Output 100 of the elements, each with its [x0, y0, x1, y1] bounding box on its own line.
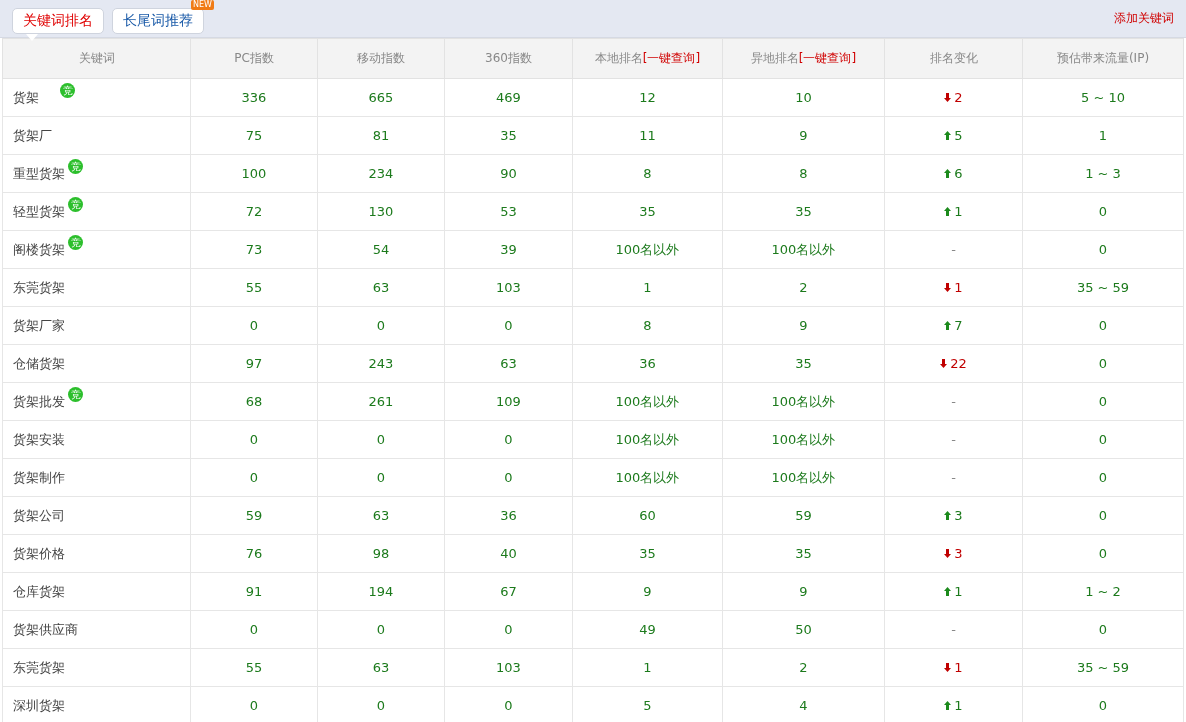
- table-cell: 81: [372, 128, 390, 143]
- table-cell: 100名以外: [771, 393, 836, 409]
- keyword-cell: 货架批发: [13, 392, 65, 411]
- table-cell: 10: [795, 90, 812, 105]
- table-cell: 0: [1098, 622, 1108, 637]
- table-cell: 100名以外: [615, 469, 680, 485]
- column-header: 360指数: [444, 38, 573, 79]
- table-cell: 130: [368, 204, 394, 219]
- table-cell: 100: [241, 166, 267, 181]
- rank-change: -: [951, 470, 956, 485]
- keyword-cell: 货架价格: [13, 544, 65, 563]
- table-cell: 97: [245, 356, 263, 371]
- tab[interactable]: 长尾词推荐: [112, 7, 204, 34]
- table-cell: 0: [504, 622, 513, 637]
- keyword-cell: 轻型货架: [13, 202, 65, 221]
- keyword-cell: 货架厂家: [13, 316, 65, 335]
- table-cell: 0: [376, 622, 386, 637]
- rank-change: -: [951, 242, 956, 257]
- table-cell: 90: [500, 166, 517, 181]
- table-cell: 0: [249, 698, 259, 713]
- table-cell: 76: [245, 546, 263, 561]
- rank-change: 6: [954, 166, 963, 181]
- table-cell: 100名以外: [615, 393, 680, 409]
- up-arrow-icon: [944, 587, 952, 596]
- table-cell: 12: [639, 90, 656, 105]
- table-cell: 35: [795, 204, 812, 219]
- down-arrow-icon: [944, 549, 952, 558]
- table-cell: 243: [368, 356, 394, 371]
- table-cell: 59: [245, 508, 263, 523]
- bid-badge: 竞: [68, 158, 83, 174]
- bid-badge: 竞: [68, 234, 83, 250]
- table-cell: 261: [368, 394, 394, 409]
- table-cell: 40: [500, 546, 517, 561]
- table-cell: 35: [639, 204, 656, 219]
- keyword-cell: 仓库货架: [13, 582, 65, 601]
- table-cell: 0: [1098, 432, 1108, 447]
- table-cell: 1: [643, 280, 652, 295]
- table-cell: 0: [1098, 546, 1108, 561]
- table-cell: 98: [372, 546, 390, 561]
- table-cell: 100名以外: [771, 469, 836, 485]
- table-cell: 0: [1098, 242, 1108, 257]
- table-cell: 0: [376, 698, 386, 713]
- table-cell: 35 ~ 59: [1076, 660, 1130, 675]
- table-cell: 100名以外: [771, 431, 836, 447]
- query-link[interactable]: [一键查询]: [798, 51, 857, 65]
- table-cell: 50: [795, 622, 812, 637]
- table-cell: 234: [368, 166, 394, 181]
- rank-change: 1: [954, 280, 963, 295]
- rank-change: 22: [950, 356, 967, 371]
- bid-badge: 竞: [68, 196, 83, 212]
- table-cell: 11: [639, 128, 656, 143]
- rank-change: 2: [954, 90, 963, 105]
- table-cell: 0: [504, 470, 513, 485]
- table-cell: 8: [643, 166, 652, 181]
- table-cell: 5 ~ 10: [1081, 90, 1125, 105]
- tab[interactable]: 关键词排名: [12, 7, 104, 34]
- rank-change: -: [951, 622, 956, 637]
- table-cell: 72: [245, 204, 263, 219]
- table-cell: 0: [1098, 394, 1108, 409]
- table-cell: 53: [500, 204, 517, 219]
- table-cell: 5: [643, 698, 652, 713]
- keyword-cell: 货架制作: [13, 468, 65, 487]
- table-cell: 63: [500, 356, 517, 371]
- add-keyword-link[interactable]: 添加关键词: [1114, 10, 1174, 27]
- table-cell: 9: [643, 584, 652, 599]
- up-arrow-icon: [944, 321, 952, 330]
- table-cell: 100名以外: [771, 241, 836, 257]
- table-cell: 0: [249, 622, 259, 637]
- table-cell: 0: [1098, 204, 1108, 219]
- rank-change: 5: [954, 128, 963, 143]
- table-cell: 0: [1098, 508, 1108, 523]
- table-cell: 35 ~ 59: [1076, 280, 1130, 295]
- table-cell: 0: [376, 432, 386, 447]
- table-cell: 68: [245, 394, 263, 409]
- column-header: 移动指数: [317, 38, 445, 79]
- up-arrow-icon: [944, 131, 952, 140]
- query-link[interactable]: [一键查询]: [642, 51, 701, 65]
- down-arrow-icon: [940, 359, 948, 368]
- table-cell: 36: [500, 508, 517, 523]
- table-cell: 8: [799, 166, 808, 181]
- column-header: 异地排名[一键查询]: [722, 38, 885, 79]
- keyword-cell: 货架安装: [13, 430, 65, 449]
- table-cell: 63: [372, 508, 390, 523]
- table-cell: 2: [799, 660, 808, 675]
- table-cell: 75: [245, 128, 263, 143]
- rank-change: 3: [954, 546, 963, 561]
- keyword-cell: 仓储货架: [13, 354, 65, 373]
- table-cell: 1 ~ 2: [1085, 584, 1121, 599]
- table-cell: 91: [245, 584, 263, 599]
- down-arrow-icon: [944, 283, 952, 292]
- keyword-cell: 东莞货架: [13, 278, 65, 297]
- table-cell: 0: [376, 318, 386, 333]
- rank-change: 7: [954, 318, 963, 333]
- bid-badge: 竞: [60, 82, 75, 98]
- table-cell: 2: [799, 280, 808, 295]
- table-cell: 469: [496, 90, 521, 105]
- table-cell: 100名以外: [615, 431, 680, 447]
- column-header: 关键词: [2, 38, 191, 79]
- table-cell: 194: [368, 584, 394, 599]
- table-cell: 0: [376, 470, 386, 485]
